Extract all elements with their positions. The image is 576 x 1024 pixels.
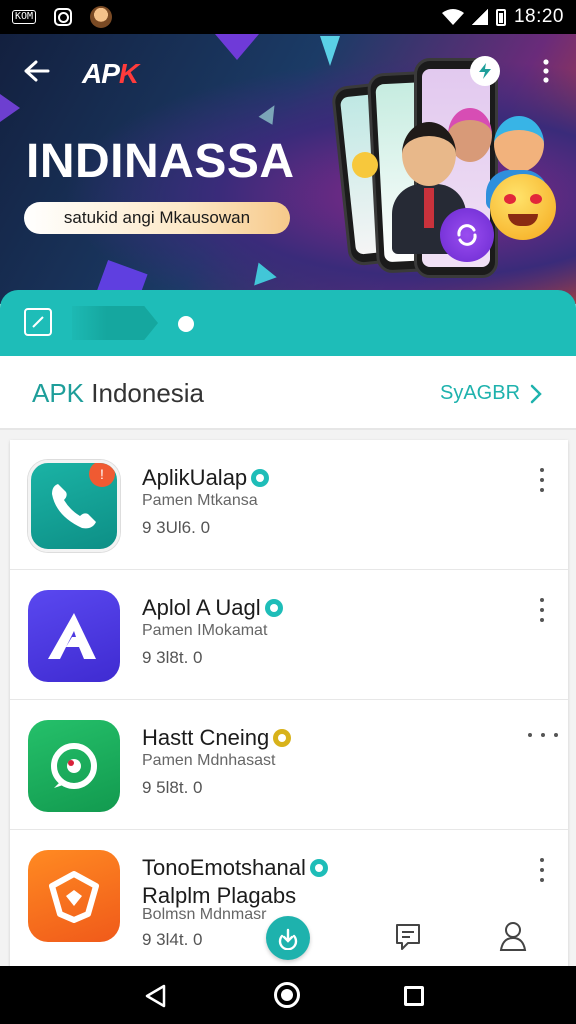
app-developer: Pamen Mdnhasast [142, 752, 276, 769]
section-header: APK Indonesia SyAGBR [0, 356, 576, 430]
sync-icon [440, 208, 494, 262]
app-name: TonoEmotshanal Ralplm Plagabs [142, 856, 362, 908]
profile-button[interactable] [498, 920, 528, 952]
nav-home-icon[interactable] [274, 982, 300, 1008]
section-title-rest: Indonesia [84, 378, 205, 408]
laughing-emoji-icon [490, 174, 556, 240]
update-badge: ! [89, 463, 115, 487]
section-title: APK Indonesia [32, 378, 204, 409]
battery-icon [495, 8, 506, 26]
app-name-line2: Ralplm Plagabs [142, 883, 297, 908]
nav-recents-icon[interactable] [404, 986, 424, 1006]
verified-icon [273, 729, 292, 747]
app-name: AplikUalap [142, 465, 270, 490]
app-developer: Pamen IMokamat [142, 622, 268, 639]
more-options-button[interactable] [534, 56, 558, 86]
back-arrow-icon [24, 60, 50, 82]
boy-avatar [494, 116, 544, 172]
man-tie [424, 188, 434, 228]
app-name-text: TonoEmotshanal [142, 855, 306, 880]
bolt-icon [479, 63, 491, 79]
progress-indicator [72, 306, 158, 340]
hero-subtitle-pill[interactable]: satukid angi Mkausowan [24, 202, 290, 234]
download-icon [278, 928, 298, 950]
edit-button[interactable] [24, 308, 52, 336]
app-icon[interactable] [28, 850, 120, 942]
chat-icon [396, 924, 420, 950]
more-vertical-icon [543, 59, 549, 83]
app-name-text: AplikUalap [142, 465, 248, 490]
app-list: ! AplikUalap Pamen Mtkansa 9 3Ul6. 0 Apl… [10, 440, 568, 970]
teal-toolbar [0, 290, 576, 356]
camera-lens-icon [51, 743, 97, 789]
list-item[interactable]: Hastt Cneing Pamen Mdnhasast 9 5l8t. 0 [10, 700, 568, 830]
man-avatar [402, 122, 456, 186]
bolt-button[interactable] [470, 56, 500, 86]
wifi-icon [441, 9, 464, 25]
notification-badge-icon: KOM [12, 10, 37, 24]
avatar-icon [90, 6, 113, 28]
app-developer: Bolmsn Mdnmasr [142, 906, 267, 923]
see-more-label: SyAGBR [440, 382, 521, 404]
nav-back-icon[interactable] [144, 984, 168, 1008]
verified-icon [264, 599, 283, 617]
emoji-icon [352, 152, 378, 178]
app-rating: 9 3Ul6. 0 [142, 518, 211, 537]
signal-icon [471, 9, 488, 25]
app-rating: 9 3l4t. 0 [142, 930, 203, 949]
status-time: 18:20 [513, 6, 564, 27]
item-menu-icon[interactable] [528, 732, 558, 738]
decor-shard [258, 101, 282, 125]
back-button[interactable] [20, 54, 54, 88]
hero-banner: APK INDINASSA satukid angi Mkausowan [0, 34, 576, 304]
list-item[interactable]: Aplol A Uagl Pamen IMokamat 9 3l8t. 0 [10, 570, 568, 700]
shield-star-icon [49, 871, 99, 923]
status-bar: KOM 18:20 [0, 0, 576, 34]
app-name-text: Aplol A Uagl [142, 595, 261, 620]
verified-icon [251, 469, 270, 487]
see-more-button[interactable]: SyAGBR [440, 382, 542, 405]
decor-shard [215, 34, 259, 60]
chevron-right-icon [530, 384, 542, 403]
letter-a-icon [48, 613, 96, 659]
decor-shard [0, 94, 20, 122]
verified-icon [309, 859, 328, 877]
page-dot[interactable] [178, 316, 194, 332]
logo-main: AP [82, 58, 120, 89]
decor-shard [247, 258, 277, 286]
apk-logo: APK [82, 58, 139, 90]
chat-button[interactable] [394, 922, 422, 952]
item-menu-icon[interactable] [534, 468, 550, 492]
decor-shard [320, 36, 340, 66]
profile-icon [499, 922, 527, 951]
app-icon[interactable] [28, 590, 120, 682]
app-icon[interactable] [28, 720, 120, 812]
system-nav-bar [0, 966, 576, 1024]
app-name: Aplol A Uagl [142, 596, 283, 620]
download-button[interactable] [266, 916, 310, 960]
app-icon[interactable]: ! [28, 460, 120, 552]
app-rating: 9 3l8t. 0 [142, 648, 203, 667]
hero-title: INDINASSA [26, 135, 295, 188]
item-menu-icon[interactable] [534, 598, 550, 622]
section-title-apk: APK [32, 378, 85, 408]
camera-ring-icon [54, 8, 73, 26]
app-rating: 9 5l8t. 0 [142, 778, 203, 797]
list-item[interactable]: ! AplikUalap Pamen Mtkansa 9 3Ul6. 0 [10, 440, 568, 570]
logo-accent: K [118, 58, 139, 89]
edit-icon [32, 316, 44, 328]
app-developer: Pamen Mtkansa [142, 492, 258, 509]
app-name-text: Hastt Cneing [142, 725, 270, 750]
item-menu-icon[interactable] [534, 858, 550, 882]
app-name: Hastt Cneing [142, 725, 292, 750]
